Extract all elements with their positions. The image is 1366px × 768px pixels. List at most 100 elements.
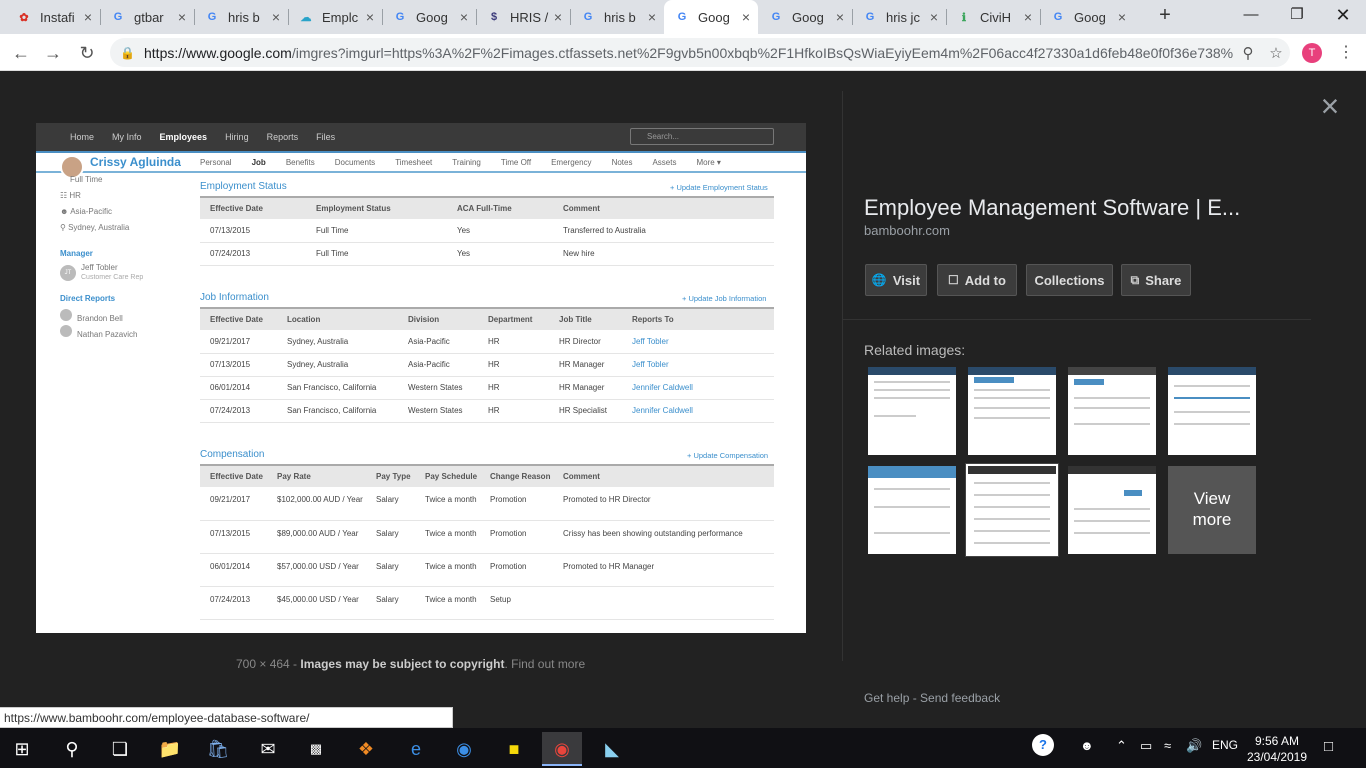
browser-tab[interactable]: $ HRIS / × <box>476 0 570 34</box>
table-header-cell: Employment Status <box>306 196 447 219</box>
xampp-icon[interactable]: ❖ <box>346 732 386 766</box>
browser-tab[interactable]: ✿ Instafi × <box>6 0 100 34</box>
related-thumb[interactable] <box>968 367 1056 455</box>
task-view-icon[interactable]: ❏ <box>100 732 140 766</box>
related-thumb[interactable] <box>1068 466 1156 554</box>
browser-tab[interactable]: ☁ Emplc × <box>288 0 382 34</box>
back-button[interactable]: ← <box>8 40 34 66</box>
related-thumb[interactable] <box>868 466 956 554</box>
browser-tab[interactable]: Ggtbar × <box>100 0 194 34</box>
table-row: 07/24/2013 Full Time Yes New hire <box>200 242 774 266</box>
close-tab-icon[interactable]: × <box>644 9 660 25</box>
table-header-cell: Pay Type <box>366 464 415 487</box>
browser-tab[interactable]: ℹ CiviH × <box>946 0 1040 34</box>
close-tab-icon[interactable]: × <box>550 9 566 25</box>
language-indicator[interactable]: ENG <box>1212 738 1238 752</box>
tab-title: Goog <box>792 9 824 25</box>
shot-nav-item: Files <box>316 132 336 142</box>
help-icon[interactable]: ? <box>1032 734 1054 756</box>
browser-tab[interactable]: Ghris b × <box>570 0 664 34</box>
browser-tab[interactable]: Ghris b × <box>194 0 288 34</box>
table-row: 06/01/2014 $57,000.00 USD / Year Salary Twi… <box>200 553 774 587</box>
related-thumb[interactable] <box>868 367 956 455</box>
table-cell: $45,000.00 USD / Year <box>267 586 366 620</box>
close-tab-icon[interactable]: × <box>738 9 754 25</box>
profile-avatar[interactable]: T <box>1302 43 1322 63</box>
mail-icon[interactable]: ✉ <box>248 732 288 766</box>
collections-button[interactable]: Collections <box>1026 264 1113 296</box>
close-viewer-icon[interactable]: × <box>1314 90 1346 123</box>
windows-start-icon[interactable]: ⊞ <box>2 732 42 766</box>
table-cell: Salary <box>366 520 415 554</box>
send-feedback-link[interactable]: Send feedback <box>920 691 1000 705</box>
minimize-button[interactable]: — <box>1228 0 1274 32</box>
chrome-icon[interactable]: ◉ <box>542 732 582 766</box>
table-cell: 07/13/2015 <box>200 520 267 554</box>
table-cell: $57,000.00 USD / Year <box>267 553 366 587</box>
close-tab-icon[interactable]: × <box>926 9 942 25</box>
table-cell: Jeff Tobler <box>622 353 774 377</box>
image-caption: 700 × 464 - Images may be subject to cop… <box>236 657 586 671</box>
close-window-button[interactable]: ✕ <box>1320 0 1366 32</box>
preview-image[interactable]: Home My Info Employees Hiring Reports Files S… <box>36 123 806 633</box>
visit-button[interactable]: 🌐 Visit <box>865 264 927 296</box>
related-thumb-selected[interactable] <box>965 463 1059 557</box>
store-icon[interactable]: 🛍 <box>198 732 238 766</box>
google-icon: G <box>677 11 687 23</box>
close-tab-icon[interactable]: × <box>1114 9 1130 25</box>
reload-button[interactable]: ↻ <box>74 40 100 66</box>
related-thumb[interactable] <box>1068 367 1156 455</box>
browser-tab[interactable]: G Goog × <box>382 0 476 34</box>
browser-tab[interactable]: G Goog × <box>758 0 852 34</box>
table-header-cell: Effective Date <box>200 196 306 219</box>
maps-icon[interactable]: ◉ <box>444 732 484 766</box>
notification-icon[interactable]: □ <box>1324 738 1333 755</box>
wifi-icon[interactable]: ≈ <box>1164 738 1171 753</box>
browser-tab[interactable]: G Goog × <box>664 0 758 34</box>
terminal-icon[interactable]: ▩ <box>296 732 336 766</box>
battery-icon[interactable]: ▭ <box>1140 738 1152 754</box>
close-tab-icon[interactable]: × <box>268 9 284 25</box>
related-thumb[interactable] <box>1168 367 1256 455</box>
edge-icon[interactable]: e <box>396 732 436 766</box>
app-icon[interactable]: ◣ <box>592 732 632 766</box>
share-button[interactable]: ⧉ Share <box>1121 264 1191 296</box>
clock[interactable]: 9:56 AM 23/04/2019 <box>1242 733 1312 765</box>
people-icon[interactable]: ☻ <box>1080 738 1094 753</box>
address-bar[interactable]: 🔒 https://www.google.com/imgres?imgurl=h… <box>110 38 1290 67</box>
chevron-up-icon[interactable]: ⌃ <box>1116 738 1127 754</box>
search-icon[interactable]: ⚲ <box>52 732 92 766</box>
table-cell: HR <box>478 376 549 400</box>
volume-icon[interactable]: 🔊 <box>1186 738 1202 754</box>
browser-tab[interactable]: Ghris jc × <box>852 0 946 34</box>
browser-tab[interactable]: G Goog × <box>1040 0 1134 34</box>
close-tab-icon[interactable]: × <box>362 9 378 25</box>
close-tab-icon[interactable]: × <box>174 9 190 25</box>
forward-button[interactable]: → <box>40 40 66 66</box>
close-tab-icon[interactable]: × <box>456 9 472 25</box>
maximize-button[interactable]: ❐ <box>1274 0 1320 32</box>
bookmark-star-icon[interactable]: ☆ <box>1262 44 1290 62</box>
new-tab-button[interactable]: + <box>1154 5 1176 27</box>
add-to-button[interactable]: ☐ Add to <box>937 264 1017 296</box>
close-tab-icon[interactable]: × <box>80 9 96 25</box>
shot-subnav-item: Notes <box>611 157 633 167</box>
close-tab-icon[interactable]: × <box>832 9 848 25</box>
table-cell: Salary <box>366 553 415 587</box>
person-icon: ☻ <box>60 207 71 216</box>
find-out-more-link[interactable]: . Find out more <box>504 657 585 671</box>
get-help-link[interactable]: Get help <box>864 691 909 705</box>
table-header-row: Effective Date Pay Rate Pay Type Pay Schedu… <box>200 464 774 487</box>
browser-menu-icon[interactable]: ⋮ <box>1336 40 1356 66</box>
shot-subnav-item: Emergency <box>551 157 592 167</box>
close-tab-icon[interactable]: × <box>1020 9 1036 25</box>
result-title[interactable]: Employee Management Software | E... <box>864 195 1294 221</box>
tab-title: Emplc <box>322 9 359 25</box>
civihr-icon: ℹ <box>961 11 967 24</box>
zoom-icon[interactable]: ⚲ <box>1234 44 1262 62</box>
view-more-button[interactable]: View more <box>1168 466 1256 554</box>
table-cell: New hire <box>553 242 774 266</box>
comp-table: Effective Date Pay Rate Pay Type Pay Schedu… <box>200 464 774 620</box>
file-explorer-icon[interactable]: 📁 <box>150 732 190 766</box>
sticky-notes-icon[interactable]: ■ <box>494 732 534 766</box>
